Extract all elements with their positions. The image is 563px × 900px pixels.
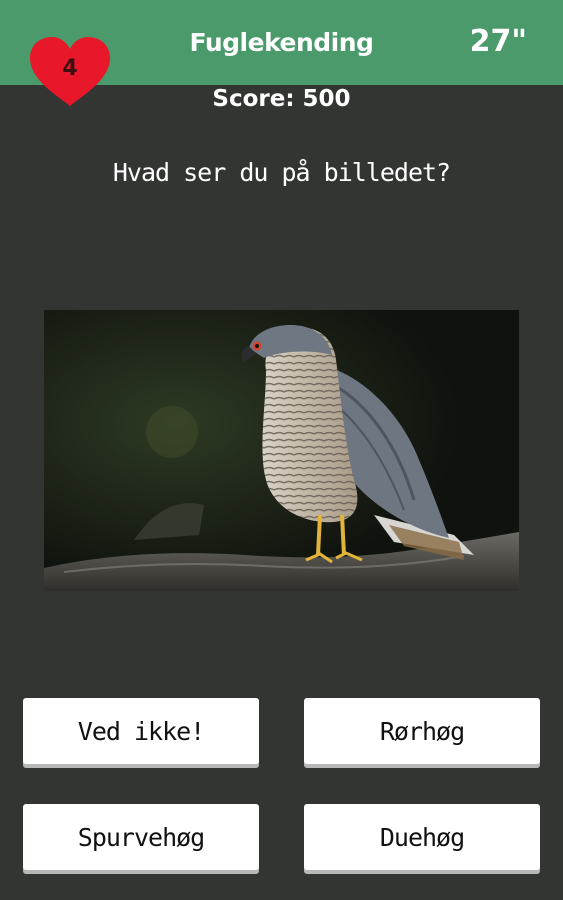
question-text: Hvad ser du på billedet? xyxy=(112,158,451,187)
lives-count: 4 xyxy=(62,56,78,81)
answer-button-3[interactable]: Spurvehøg xyxy=(23,804,259,870)
bird-photo xyxy=(44,310,519,591)
answer-button-1[interactable]: Ved ikke! xyxy=(23,698,259,764)
score-label: Score: 500 xyxy=(212,86,351,112)
answer-button-4[interactable]: Duehøg xyxy=(304,804,540,870)
answer-button-2[interactable]: Rørhøg xyxy=(304,698,540,764)
countdown-timer: 27" xyxy=(469,24,527,59)
